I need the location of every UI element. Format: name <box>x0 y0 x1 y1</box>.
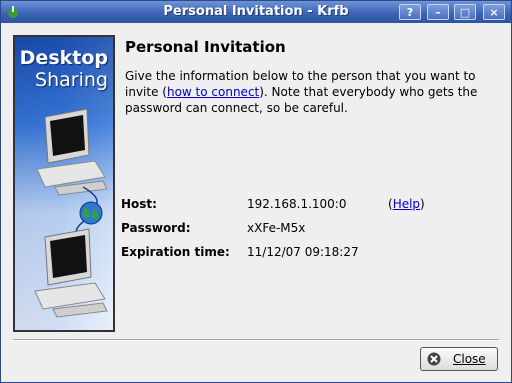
password-label: Password: <box>121 221 191 235</box>
title-bar[interactable]: Personal Invitation - Krfb ? – □ × <box>1 1 511 23</box>
desktop-sharing-banner: Desktop Sharing <box>13 35 115 332</box>
help-link[interactable]: Help <box>393 197 420 211</box>
dialog-window: Personal Invitation - Krfb ? – □ × Deskt… <box>0 0 512 383</box>
expiration-value: 11/12/07 09:18:27 <box>247 245 359 259</box>
close-icon <box>427 352 441 366</box>
host-help: (Help) <box>388 197 425 211</box>
host-label: Host: <box>121 197 157 211</box>
computer-bottom-icon <box>34 228 108 318</box>
computer-top-icon <box>36 108 108 196</box>
help-close-paren: ) <box>420 197 425 211</box>
footer-divider <box>13 339 499 341</box>
invitation-description: Give the information below to the person… <box>125 68 495 116</box>
globe-icon <box>79 201 103 225</box>
how-to-connect-link[interactable]: how to connect <box>167 85 259 99</box>
close-button-label: Close <box>453 352 486 366</box>
close-window-button[interactable]: × <box>483 4 505 20</box>
maximize-button[interactable]: □ <box>454 4 476 20</box>
close-button[interactable]: Close <box>420 347 498 371</box>
host-value: 192.168.1.100:0 <box>247 197 347 211</box>
networked-computers-icon <box>34 108 108 318</box>
help-button[interactable]: ? <box>399 4 421 20</box>
page-heading: Personal Invitation <box>125 38 286 56</box>
password-value: xXFe-M5x <box>247 221 306 235</box>
expiration-label: Expiration time: <box>121 245 230 259</box>
minimize-button[interactable]: – <box>427 4 449 20</box>
